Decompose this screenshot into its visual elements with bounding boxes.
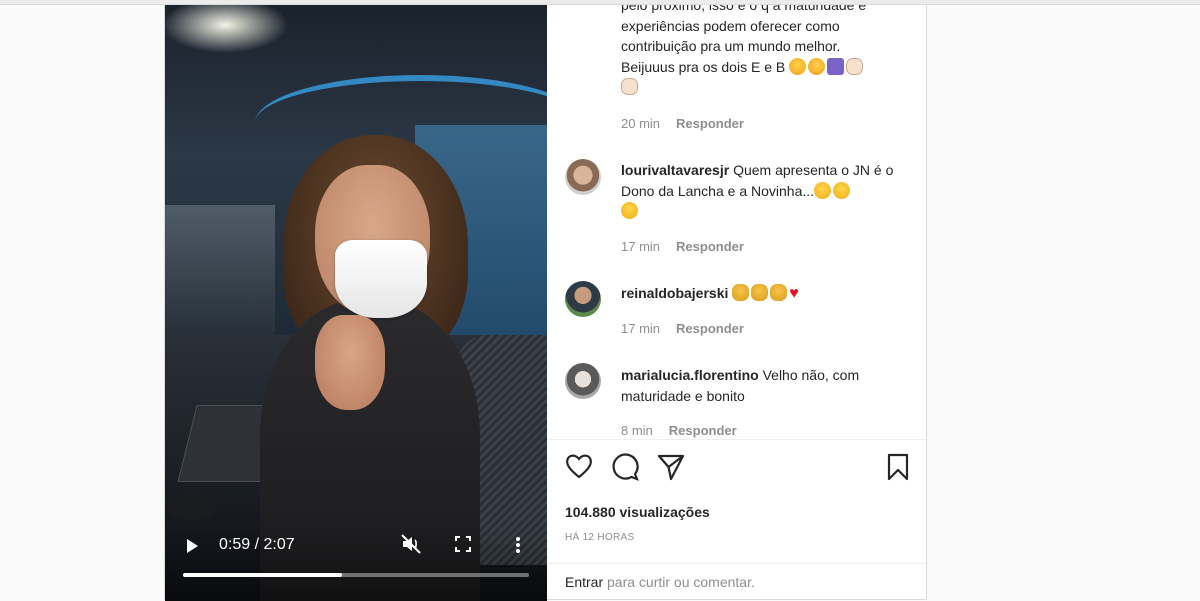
- comment-time: 8 min: [621, 423, 653, 438]
- clap-emoji-icon: [770, 284, 788, 301]
- comment-time: 20 min: [621, 116, 661, 131]
- comment-line: pelo próximo, isso é o q a maturidade e: [621, 5, 867, 13]
- video-time-display: 0:59 / 2:07: [219, 536, 295, 553]
- avatar[interactable]: [565, 363, 601, 399]
- comments-list: pelo próximo, isso é o q a maturidade e …: [547, 5, 926, 439]
- comment-icon[interactable]: [611, 453, 639, 486]
- clap-emoji-icon: [751, 284, 769, 301]
- reply-button[interactable]: Responder: [676, 321, 744, 336]
- comment-line: contribuição pra um mundo melhor.: [621, 38, 841, 54]
- comment-time: 17 min: [621, 239, 661, 254]
- comment-item: marialucia.florentino Velho não, com mat…: [621, 365, 913, 406]
- post-actions: [547, 453, 926, 487]
- bookmark-icon[interactable]: [886, 453, 910, 486]
- comment-username[interactable]: marialucia.florentino: [621, 367, 759, 383]
- comment-username[interactable]: lourivaltavaresjr: [621, 162, 729, 178]
- comment-line: experiências podem oferecer como: [621, 17, 840, 34]
- computer-mouse: [167, 490, 217, 520]
- comment-meta: 8 min Responder: [621, 423, 737, 438]
- heart-emoji-icon: ♥: [789, 285, 799, 302]
- laughing-emoji-icon: [621, 202, 638, 219]
- mute-icon[interactable]: [400, 533, 422, 555]
- comment-partial: pelo próximo, isso é o q a maturidade e …: [621, 5, 911, 98]
- post-timestamp[interactable]: HÁ 12 HORAS: [565, 532, 634, 543]
- clap-emoji-icon: [732, 284, 750, 301]
- comment-line: [621, 77, 911, 98]
- post-side-panel: pelo próximo, isso é o q a maturidade e …: [547, 5, 926, 601]
- comment-username[interactable]: reinaldobajerski: [621, 285, 728, 301]
- view-count[interactable]: 104.880 visualizações: [565, 504, 710, 520]
- laughing-emoji-icon: [814, 181, 832, 199]
- comment-line-text: Beijuuus pra os dois E e B: [621, 58, 786, 75]
- more-options-icon[interactable]: [514, 535, 522, 555]
- divider: [547, 439, 926, 440]
- login-link[interactable]: Entrar: [565, 574, 603, 590]
- hugging-face-emoji-icon: [808, 57, 826, 75]
- video-player[interactable]: 0:59 / 2:07: [165, 5, 547, 601]
- comment-item: lourivaltavaresjr Quem apresenta o JN é …: [621, 160, 913, 222]
- presenter-hands: [315, 315, 385, 410]
- comment-meta: 17 min Responder: [621, 321, 744, 336]
- avatar[interactable]: [565, 281, 601, 317]
- clap-emoji-icon: [846, 57, 864, 75]
- smiling-kiss-emoji-icon: [789, 57, 807, 75]
- video-progress-fill: [183, 573, 343, 577]
- reply-button[interactable]: Responder: [676, 116, 744, 131]
- symbol-emoji-icon: [827, 57, 845, 75]
- laughing-emoji-icon: [833, 181, 851, 199]
- divider: [547, 563, 926, 564]
- avatar[interactable]: [565, 159, 601, 195]
- login-prompt-text: para curtir ou comentar.: [607, 574, 755, 590]
- comment-meta: 17 min Responder: [621, 239, 744, 254]
- clap-emoji-icon: [621, 78, 638, 95]
- instagram-post: 0:59 / 2:07 pelo próximo, isso é o q a m…: [164, 4, 927, 601]
- share-icon[interactable]: [657, 453, 685, 486]
- video-progress-bar[interactable]: [183, 573, 529, 577]
- comment-meta: 20 min Responder: [621, 116, 744, 131]
- studio-background: [165, 205, 275, 335]
- comment-item: reinaldobajerski ♥: [621, 283, 913, 305]
- comment-time: 17 min: [621, 321, 661, 336]
- face-mask: [335, 240, 427, 318]
- comment-line: Beijuuus pra os dois E e B: [621, 57, 911, 78]
- play-icon[interactable]: [187, 539, 198, 553]
- fullscreen-icon[interactable]: [455, 536, 471, 552]
- reply-button[interactable]: Responder: [669, 423, 737, 438]
- heart-icon[interactable]: [565, 453, 593, 484]
- reply-button[interactable]: Responder: [676, 239, 744, 254]
- login-prompt: Entrar para curtir ou comentar.: [565, 574, 755, 590]
